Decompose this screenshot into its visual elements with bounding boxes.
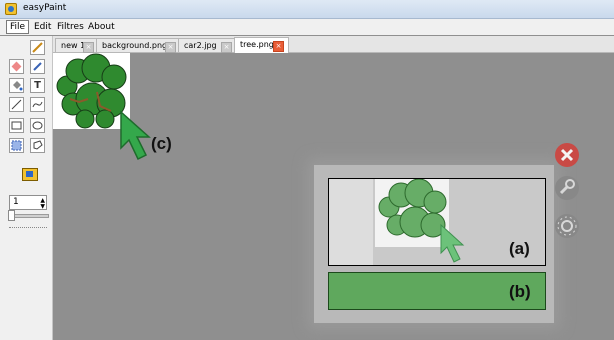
spin-down-icon[interactable]: ▼: [40, 203, 45, 210]
tab-new-1[interactable]: new 1 ×: [55, 38, 99, 53]
tab-label: background.png: [102, 41, 168, 50]
green-progress-bar: (b): [328, 272, 546, 310]
tab-car2[interactable]: car2.jpg ×: [178, 38, 237, 53]
eraser-tool-icon[interactable]: [9, 59, 24, 74]
tab-tree[interactable]: tree.png ×: [234, 37, 289, 53]
slider-ticks: [9, 222, 47, 228]
brush-size-slider[interactable]: [9, 214, 49, 218]
text-tool-icon[interactable]: T: [30, 78, 45, 93]
menu-bar: File Edit Filtres About: [0, 19, 614, 35]
pencil-tool-icon[interactable]: [30, 40, 45, 55]
line-tool-icon[interactable]: [9, 97, 24, 112]
close-icon[interactable]: ×: [165, 42, 176, 53]
tool-panel: T 1 ▲ ▼: [0, 36, 53, 340]
color-swatch-icon[interactable]: [22, 168, 38, 181]
settings-wheel-icon[interactable]: [555, 214, 579, 238]
curve-tool-icon[interactable]: [30, 97, 45, 112]
annotation-a: (a): [509, 239, 530, 258]
menu-about[interactable]: About: [85, 21, 118, 33]
tab-label: tree.png: [240, 40, 274, 49]
pointer-arrow-icon: [120, 110, 151, 161]
window-titlebar: easyPaint: [0, 0, 614, 19]
close-icon[interactable]: ×: [221, 42, 232, 53]
rectangle-tool-icon[interactable]: [9, 118, 24, 133]
tab-background[interactable]: background.png ×: [96, 38, 181, 53]
app-icon: [5, 3, 17, 15]
ellipse-tool-icon[interactable]: [30, 118, 45, 133]
toolbox-preview: [329, 179, 373, 265]
annotation-c: (c): [151, 134, 172, 153]
slider-handle[interactable]: [8, 210, 15, 221]
tab-label: car2.jpg: [184, 41, 217, 50]
pointer-arrow-preview-icon: [440, 223, 465, 263]
brush-size-spinbox[interactable]: 1 ▲ ▼: [9, 195, 47, 210]
wrench-icon[interactable]: [555, 176, 579, 200]
menu-filtres[interactable]: Filtres: [54, 21, 87, 33]
menu-file[interactable]: File: [6, 20, 30, 34]
fill-bucket-tool-icon[interactable]: [9, 78, 24, 93]
window-title: easyPaint: [23, 3, 67, 13]
tab-label: new 1: [61, 41, 86, 50]
canvas-preview: (a): [328, 178, 546, 266]
brush-size-value: 1: [13, 197, 19, 207]
lasso-tool-icon[interactable]: [30, 138, 45, 153]
selection-tool-icon[interactable]: [9, 138, 24, 153]
annotation-b: (b): [509, 282, 531, 301]
color-picker-tool-icon[interactable]: [30, 59, 45, 74]
document-tabs: new 1 × background.png × car2.jpg × tree…: [52, 36, 614, 53]
menu-edit[interactable]: Edit: [31, 21, 54, 33]
close-overlay-button[interactable]: [555, 143, 579, 167]
close-icon[interactable]: ×: [273, 41, 284, 52]
close-icon[interactable]: ×: [83, 42, 94, 53]
